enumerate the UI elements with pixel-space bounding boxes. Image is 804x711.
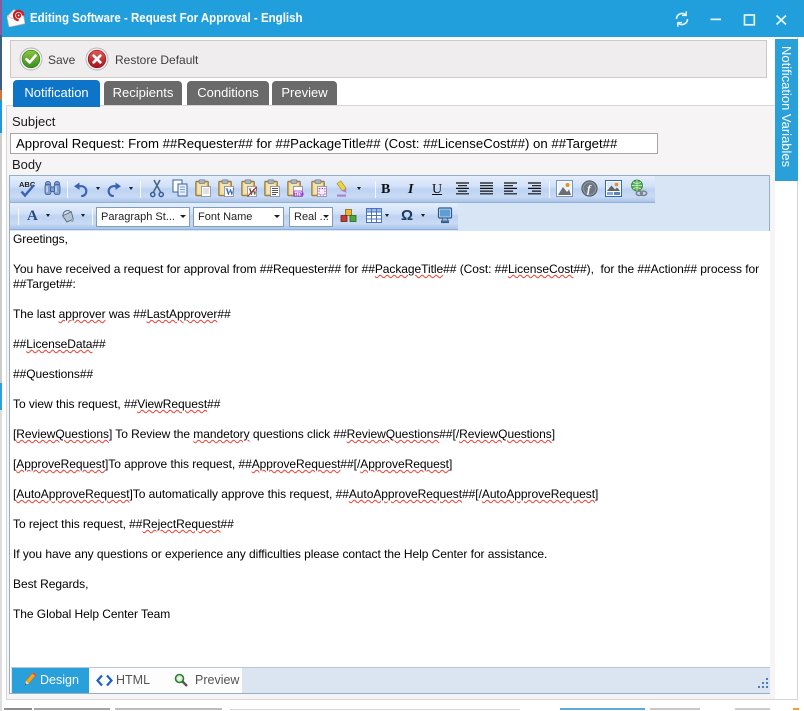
svg-text:W: W (226, 187, 235, 197)
svg-text:W: W (249, 187, 258, 197)
svg-text:HTML: HTML (294, 191, 304, 196)
